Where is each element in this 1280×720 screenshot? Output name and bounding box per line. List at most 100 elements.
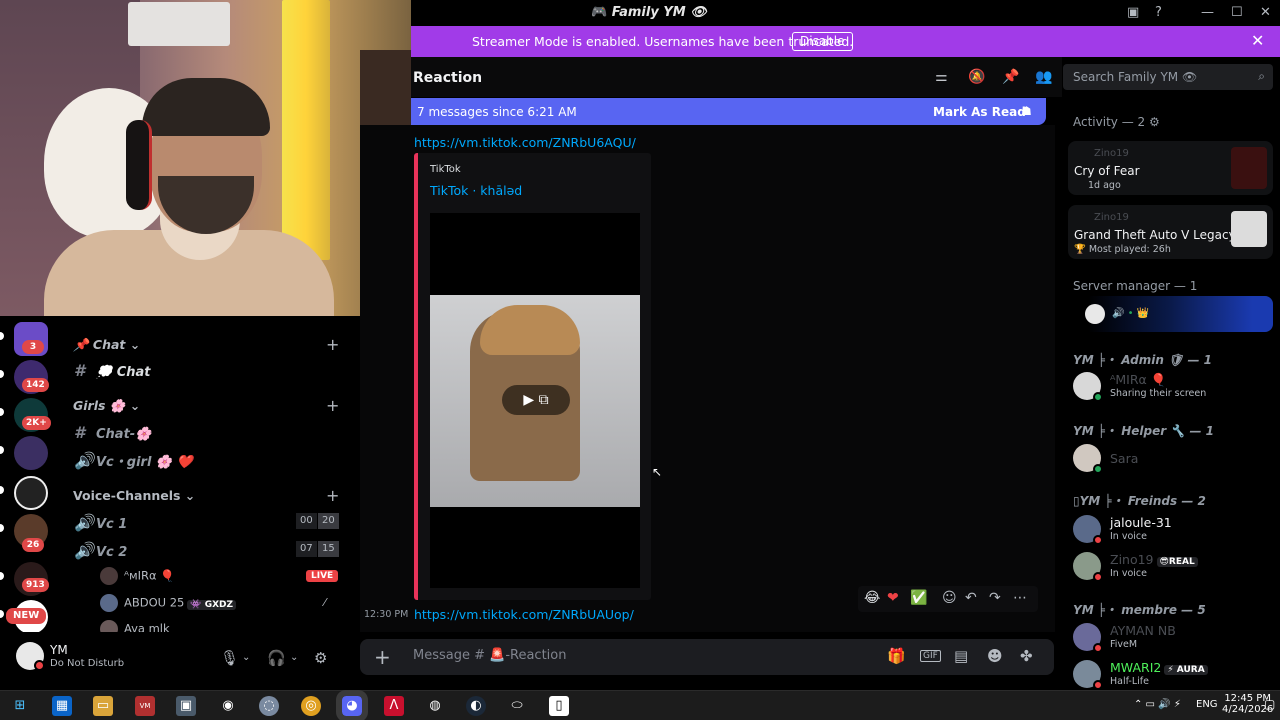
chevron-down-icon[interactable]: ⌄ bbox=[290, 652, 298, 663]
app-icon[interactable]: ◌ bbox=[259, 696, 279, 716]
channel-chat[interactable]: # 💭 Chat bbox=[74, 361, 151, 380]
create-channel-icon[interactable]: + bbox=[326, 396, 339, 415]
reaction-laugh[interactable]: 😂 bbox=[864, 590, 880, 606]
create-channel-icon[interactable]: + bbox=[326, 335, 339, 354]
create-channel-icon[interactable]: + bbox=[326, 486, 339, 505]
close-icon[interactable]: ✕ bbox=[1251, 31, 1264, 50]
windows-start-icon[interactable]: ⊞ bbox=[10, 696, 30, 716]
steam-icon[interactable]: ◐ bbox=[466, 696, 486, 716]
message-link[interactable]: https://vm.tiktok.com/ZNRbUAUop/ bbox=[414, 607, 634, 622]
apps-icon[interactable]: ✤ bbox=[1020, 647, 1033, 665]
file-explorer-icon[interactable]: ▭ bbox=[93, 696, 113, 716]
muted-icon: ⁄ bbox=[324, 596, 326, 609]
settings-gear-icon[interactable]: ⚙ bbox=[314, 649, 327, 667]
message-link[interactable]: https://vm.tiktok.com/ZNRbU6AQU/ bbox=[414, 135, 636, 150]
member-row[interactable]: AYMAN NB FiveM bbox=[1073, 621, 1273, 655]
app-icon[interactable]: ◍ bbox=[425, 696, 445, 716]
more-icon[interactable]: ⋯ bbox=[1013, 590, 1027, 606]
avatar bbox=[100, 567, 118, 585]
window-close-icon[interactable]: ✕ bbox=[1260, 5, 1271, 20]
new-messages-banner[interactable]: 7 messages since 6:21 AM Mark As Read ☗ bbox=[411, 98, 1046, 125]
member-row[interactable]: ᴬMIRα 🎈 Sharing their screen bbox=[1073, 370, 1273, 404]
help-icon[interactable]: ? bbox=[1155, 5, 1162, 20]
microphone-icon[interactable]: 🎙 bbox=[220, 649, 239, 667]
member-list-icon[interactable]: 👥 bbox=[1035, 69, 1052, 85]
status-icons: 🔊 • 👑 bbox=[1112, 308, 1150, 319]
category-chat[interactable]: 📌 Chat ⌄ bbox=[73, 337, 140, 353]
category-voice-channels[interactable]: Voice-Channels ⌄ bbox=[73, 488, 195, 503]
username[interactable]: YM bbox=[50, 643, 68, 657]
message-input[interactable]: Message # 🚨-Reaction bbox=[413, 648, 566, 663]
attach-plus-icon[interactable]: + bbox=[374, 645, 391, 669]
maximize-icon[interactable]: ☐ bbox=[1231, 5, 1243, 20]
member-row[interactable]: jaloule-31 In voice bbox=[1073, 513, 1273, 547]
obs-icon[interactable]: ◉ bbox=[218, 696, 238, 716]
voice-user[interactable]: ABDOU 25 👾 GXDZ bbox=[100, 594, 237, 612]
server-icon[interactable] bbox=[14, 476, 48, 510]
tray-icons[interactable]: ⌃ ▭ 🔊 ⚡ bbox=[1134, 699, 1181, 710]
store-icon[interactable]: ▦ bbox=[52, 696, 72, 716]
unread-pip bbox=[0, 524, 4, 532]
disable-streamer-button[interactable]: Disable bbox=[792, 32, 853, 51]
notification-bell-icon[interactable]: 🔕 bbox=[968, 69, 985, 85]
add-reaction-icon[interactable]: ☺ bbox=[942, 590, 957, 606]
server-manager-banner[interactable]: 🔊 • 👑 bbox=[1068, 296, 1273, 332]
adobe-icon[interactable]: Λ bbox=[384, 696, 404, 716]
app-icon[interactable]: ⬭ bbox=[507, 696, 527, 716]
activity-card[interactable]: Zino19 Cry of Fear 1d ago bbox=[1068, 141, 1273, 195]
category-girls[interactable]: Girls 🌸 ⌄ bbox=[73, 398, 140, 414]
mark-as-read-button[interactable]: Mark As Read bbox=[933, 105, 1026, 119]
voicemod-icon[interactable]: VM bbox=[135, 696, 155, 716]
sticker-icon[interactable]: ▤ bbox=[954, 647, 968, 665]
threads-icon[interactable]: ⚌ bbox=[935, 69, 948, 85]
server-icon[interactable] bbox=[14, 436, 48, 470]
inbox-icon[interactable]: ▣ bbox=[1127, 5, 1139, 20]
tiktok-embed: TikTok TikTok · khāləd ▶ ⧉ bbox=[414, 153, 651, 600]
language-indicator[interactable]: ENG bbox=[1196, 699, 1218, 710]
forward-icon[interactable]: ↷ bbox=[989, 590, 1001, 606]
reaction-heart[interactable]: ❤ bbox=[887, 590, 899, 606]
play-icon[interactable]: ▶ ⧉ bbox=[502, 385, 570, 415]
role-header: Server manager — 1 bbox=[1073, 279, 1198, 293]
new-messages-text: 7 messages since 6:21 AM bbox=[417, 105, 577, 119]
emoji-icon[interactable]: ☻ bbox=[987, 647, 1003, 665]
member-status: In voice bbox=[1110, 531, 1147, 542]
app-icon[interactable]: ▣ bbox=[176, 696, 196, 716]
activity-user: Zino19 bbox=[1094, 212, 1129, 223]
pin-icon[interactable]: 📌 bbox=[1002, 69, 1019, 85]
channel-chat-girls[interactable]: # Chat-🌸 bbox=[74, 423, 151, 442]
member-row[interactable]: Sara bbox=[1073, 442, 1273, 476]
dnd-status-icon bbox=[1093, 535, 1103, 545]
vc1-user-count: 00 bbox=[296, 513, 317, 529]
notifications-icon[interactable]: ▢ bbox=[1264, 697, 1275, 711]
member-row[interactable]: MWARI2 ⚡ AURA Half-Life bbox=[1073, 658, 1273, 692]
unread-pip bbox=[0, 572, 4, 580]
chevron-down-icon[interactable]: ⌄ bbox=[242, 652, 250, 663]
voice-user[interactable]: ᴬᴍIRα 🎈 bbox=[100, 567, 175, 585]
member-row[interactable]: Zino19 😎REAL In voice bbox=[1073, 550, 1273, 584]
gift-icon[interactable]: 🎁 bbox=[887, 647, 906, 665]
message-composer[interactable]: + Message # 🚨-Reaction 🎁 GIF ▤ ☻ ✤ bbox=[360, 639, 1054, 675]
headphones-icon[interactable]: 🎧 bbox=[267, 649, 286, 667]
reply-icon[interactable]: ↶ bbox=[965, 590, 977, 606]
channel-vc-girl[interactable]: 🔊 Vc・girl 🌸 ❤️ bbox=[74, 451, 193, 470]
mention-badge: 913 bbox=[22, 578, 49, 592]
webcam-overlay bbox=[0, 0, 411, 316]
embed-title[interactable]: TikTok · khāləd bbox=[430, 183, 522, 198]
unread-pip bbox=[0, 332, 4, 340]
activity-card[interactable]: Zino19 Grand Theft Auto V Legacy 🏆 Most … bbox=[1068, 205, 1273, 259]
voice-user[interactable]: Aya mlk bbox=[100, 620, 170, 632]
user-status: Do Not Disturb bbox=[50, 658, 125, 669]
channel-title: Reaction bbox=[413, 70, 483, 86]
gif-icon[interactable]: GIF bbox=[920, 650, 941, 662]
channel-vc2[interactable]: 🔊 Vc 2 bbox=[74, 541, 127, 560]
search-input[interactable]: Search Family YM 👁 ⌕ bbox=[1063, 64, 1273, 90]
chrome-icon[interactable]: ◎ bbox=[301, 696, 321, 716]
channel-vc1[interactable]: 🔊 Vc 1 bbox=[74, 513, 127, 532]
discord-icon[interactable]: ◕ bbox=[336, 690, 368, 720]
reaction-check[interactable]: ✅ bbox=[910, 590, 927, 606]
minimize-icon[interactable]: — bbox=[1201, 5, 1214, 20]
notepad-icon[interactable]: ▯ bbox=[549, 696, 569, 716]
embed-video[interactable]: ▶ ⧉ bbox=[430, 213, 640, 588]
dnd-status-icon bbox=[1093, 680, 1103, 690]
